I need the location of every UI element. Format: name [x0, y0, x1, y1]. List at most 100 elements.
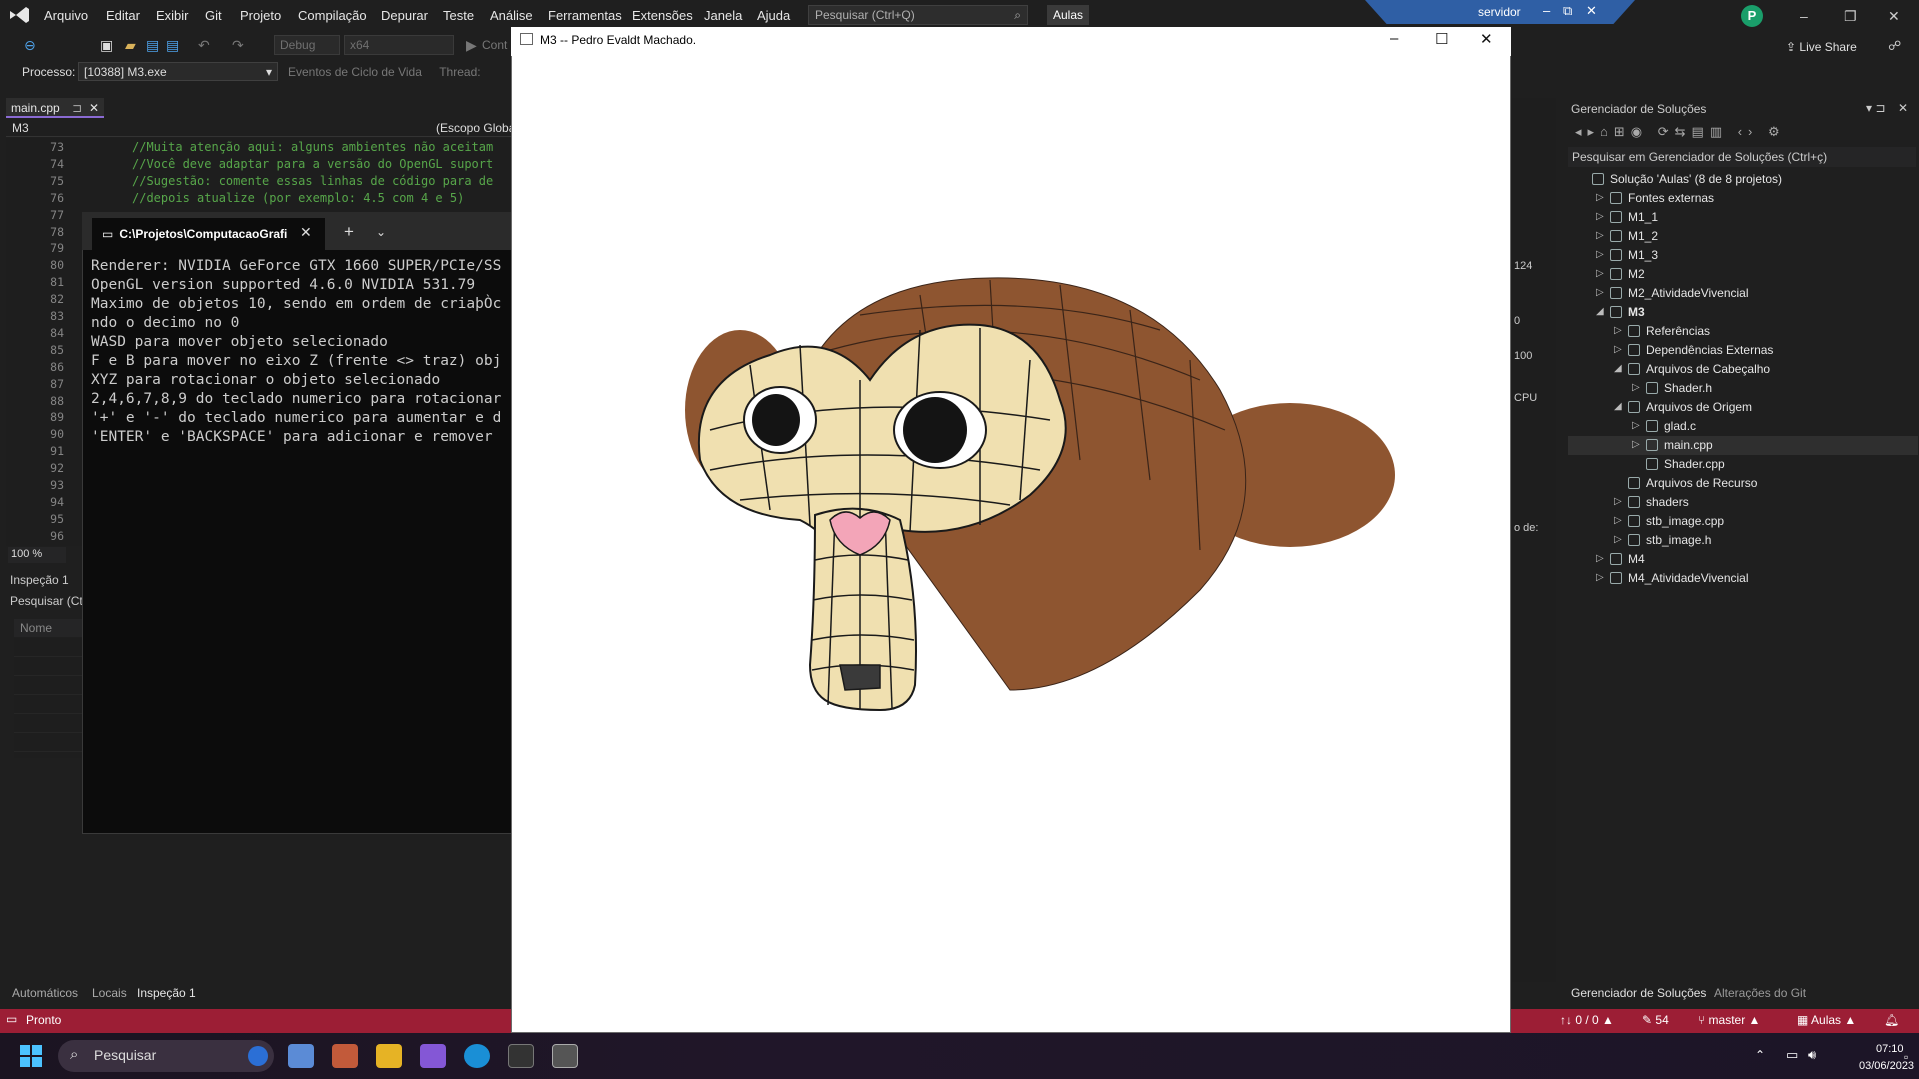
notifications-icon[interactable]: 🔔︎ — [1884, 1013, 1899, 1027]
solution-tree-item[interactable]: Arquivos de Recurso — [1568, 474, 1918, 493]
expand-arrow-icon[interactable]: ▷ — [1596, 553, 1604, 564]
tab-git-changes[interactable]: Alterações do Git — [1714, 986, 1806, 1000]
tab-automaticos[interactable]: Automáticos — [12, 986, 78, 1000]
gl-maximize-icon[interactable]: ☐ — [1435, 30, 1448, 48]
solution-tree-item[interactable]: ▷ M2_AtividadeVivencial — [1568, 284, 1918, 303]
visual-studio-icon[interactable] — [420, 1044, 446, 1068]
expand-arrow-icon[interactable]: ▷ — [1596, 211, 1604, 222]
menu-item[interactable]: Teste — [443, 8, 474, 23]
gl-close-icon[interactable]: ✕ — [1480, 30, 1493, 48]
expand-arrow-icon[interactable]: ▷ — [1596, 572, 1604, 583]
windows-start-icon[interactable] — [20, 1045, 42, 1067]
feedback-icon[interactable]: ☍ — [1888, 38, 1901, 54]
tab-solution-explorer[interactable]: Gerenciador de Soluções — [1571, 986, 1706, 1000]
undo-icon[interactable]: ↶ — [198, 37, 210, 54]
status-errors[interactable]: ↑↓ 0 / 0 ▲ — [1560, 1013, 1614, 1027]
menu-item[interactable]: Editar — [106, 8, 140, 23]
redo-icon[interactable]: ↷ — [232, 37, 244, 54]
status-edits[interactable]: ✎ 54 — [1642, 1013, 1669, 1027]
expand-arrow-icon[interactable]: ▷ — [1632, 382, 1640, 393]
avatar[interactable]: P — [1741, 5, 1763, 27]
solution-tree-item[interactable]: ▷ glad.c — [1568, 417, 1918, 436]
expand-arrow-icon[interactable]: ▷ — [1596, 249, 1604, 260]
remote-minimize-icon[interactable]: – — [1543, 3, 1550, 18]
solution-tree-item[interactable]: ▷ stb_image.cpp — [1568, 512, 1918, 531]
terminal-icon[interactable] — [508, 1044, 534, 1068]
solution-tree-item[interactable]: ▷ Fontes externas — [1568, 189, 1918, 208]
solution-tree-item[interactable]: Solução 'Aulas' (8 de 8 projetos) — [1568, 170, 1918, 189]
chevron-down-icon[interactable]: ⌄ — [376, 225, 386, 239]
opengl-app-icon[interactable] — [552, 1044, 578, 1068]
solution-tree-item[interactable]: ◢ Arquivos de Cabeçalho — [1568, 360, 1918, 379]
expand-arrow-icon[interactable]: ▷ — [1614, 515, 1622, 526]
scope-nav-dropdown[interactable]: (Escopo Globa — [436, 121, 515, 135]
solution-tree-item[interactable]: ▷ M4 — [1568, 550, 1918, 569]
paint-icon[interactable] — [332, 1044, 358, 1068]
network-icon[interactable]: ▭ — [1786, 1047, 1798, 1063]
config-dropdown[interactable]: Debug — [274, 35, 340, 55]
status-repo[interactable]: ▦ Aulas ▲ — [1797, 1013, 1856, 1027]
save-icon[interactable]: ▤ — [146, 37, 159, 54]
watch-name-column[interactable]: Nome — [14, 619, 84, 637]
task-manager-icon[interactable] — [288, 1044, 314, 1068]
new-tab-icon[interactable]: + — [344, 222, 354, 242]
notification-icon[interactable]: ▫ — [1904, 1050, 1908, 1064]
solution-tree-item[interactable]: ▷ M1_2 — [1568, 227, 1918, 246]
back-icon[interactable]: ⊖ — [24, 37, 36, 54]
taskbar-search[interactable]: ⌕ Pesquisar — [58, 1040, 274, 1072]
expand-arrow-icon[interactable]: ▷ — [1596, 192, 1604, 203]
edge-icon[interactable] — [464, 1044, 490, 1068]
minimize-icon[interactable]: – — [1800, 8, 1808, 24]
expand-arrow-icon[interactable]: ▷ — [1632, 439, 1640, 450]
menu-item[interactable]: Projeto — [240, 8, 281, 23]
expand-arrow-icon[interactable]: ▷ — [1614, 496, 1622, 507]
menu-item[interactable]: Análise — [490, 8, 533, 23]
solution-tree-item[interactable]: ▷ Dependências Externas — [1568, 341, 1918, 360]
expand-arrow-icon[interactable]: ▷ — [1614, 534, 1622, 545]
solution-explorer-toolbar[interactable]: ◂▸⌂⊞◉ ⟳⇆▤▥ ‹› ⚙ — [1575, 124, 1786, 140]
watch-grid[interactable] — [14, 638, 84, 758]
solution-badge[interactable]: Aulas — [1047, 5, 1089, 25]
continue-icon[interactable]: ▶ — [466, 37, 477, 54]
solution-tree-item[interactable]: ◢ M3 — [1568, 303, 1918, 322]
platform-dropdown[interactable]: x64 — [344, 35, 454, 55]
solution-tree-item[interactable]: Shader.cpp — [1568, 455, 1918, 474]
tab-locais[interactable]: Locais — [92, 986, 127, 1000]
panel-pin-icon[interactable]: ▾ ⊐ — [1866, 101, 1885, 115]
watch-search-input[interactable]: Pesquisar (Ct — [10, 594, 83, 608]
menu-item[interactable]: Arquivo — [44, 8, 88, 23]
tab-close-icon[interactable]: ✕ — [89, 101, 99, 115]
zoom-dropdown[interactable]: 100 % — [8, 547, 66, 563]
solution-tree-item[interactable]: ▷ M4_AtividadeVivencial — [1568, 569, 1918, 588]
menu-item[interactable]: Ferramentas — [548, 8, 622, 23]
monkey-render[interactable] — [680, 270, 1440, 880]
menu-item[interactable]: Git — [205, 8, 222, 23]
menu-item[interactable]: Ajuda — [757, 8, 790, 23]
expand-arrow-icon[interactable]: ◢ — [1614, 401, 1622, 412]
expand-arrow-icon[interactable]: ▷ — [1614, 325, 1622, 336]
expand-arrow-icon[interactable]: ▷ — [1632, 420, 1640, 431]
expand-arrow-icon[interactable]: ◢ — [1596, 306, 1604, 317]
lifecycle-events-button[interactable]: Eventos de Ciclo de Vida — [288, 65, 422, 79]
expand-arrow-icon[interactable]: ▷ — [1596, 287, 1604, 298]
continue-button[interactable]: Cont — [482, 38, 507, 52]
project-nav-dropdown[interactable]: M3 — [12, 121, 29, 135]
solution-tree-item[interactable]: ▷ M2 — [1568, 265, 1918, 284]
solution-tree-item[interactable]: ▷ M1_1 — [1568, 208, 1918, 227]
gl-minimize-icon[interactable]: – — [1390, 30, 1398, 47]
tray-chevron-icon[interactable]: ⌃ — [1755, 1048, 1765, 1062]
menu-item[interactable]: Exibir — [156, 8, 189, 23]
expand-arrow-icon[interactable]: ◢ — [1614, 363, 1622, 374]
menu-item[interactable]: Janela — [704, 8, 742, 23]
tab-main-cpp[interactable]: main.cpp ⊐ ✕ — [6, 98, 104, 118]
terminal-tab[interactable]: ▭ C:\Projetos\ComputacaoGrafi — [92, 218, 325, 250]
file-explorer-icon[interactable] — [376, 1044, 402, 1068]
solution-tree-item[interactable]: ▷ M1_3 — [1568, 246, 1918, 265]
clock-time[interactable]: 07:10 — [1876, 1043, 1904, 1055]
terminal-tab-close-icon[interactable]: ✕ — [300, 224, 312, 241]
expand-arrow-icon[interactable]: ▷ — [1596, 268, 1604, 279]
open-folder-icon[interactable]: ▰ — [125, 37, 136, 54]
volume-icon[interactable]: 🔊︎ — [1808, 1047, 1816, 1063]
solution-search-input[interactable]: Pesquisar em Gerenciador de Soluções (Ct… — [1568, 147, 1916, 167]
remote-restore-icon[interactable]: ⧉ — [1563, 3, 1572, 19]
